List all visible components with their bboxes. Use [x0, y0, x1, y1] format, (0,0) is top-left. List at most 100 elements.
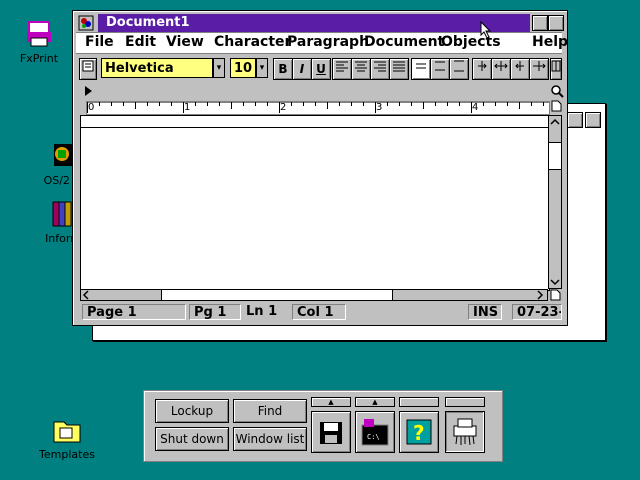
underline-button[interactable]: U [311, 58, 331, 80]
font-size-field[interactable]: 10 [230, 58, 256, 78]
decimal-tab-icon [533, 61, 546, 71]
double-spacing-button[interactable] [449, 58, 469, 80]
svg-text:C:\: C:\ [367, 433, 380, 441]
drawer-button-4[interactable] [445, 397, 485, 407]
window-title: Document1 [106, 15, 190, 30]
mouse-pointer-icon [480, 21, 492, 39]
scroll-right-icon[interactable] [535, 290, 545, 300]
document-editor[interactable] [80, 115, 550, 291]
ruler[interactable]: 0 1 2 3 4 [76, 83, 564, 115]
indent-marker-icon[interactable] [84, 85, 94, 97]
ruler-mark-2: 2 [280, 102, 287, 113]
single-spacing-icon [416, 63, 426, 69]
justify-button[interactable] [389, 58, 409, 80]
document-window[interactable]: Document1 File Edit View Character Parag… [72, 10, 568, 326]
minimize-button[interactable] [567, 112, 583, 128]
help-icon: ? [406, 419, 432, 445]
horizontal-scroll-thumb[interactable] [161, 290, 393, 300]
decimal-tab-button[interactable] [529, 58, 549, 80]
desktop-icon-label: FxPrint [19, 52, 59, 65]
status-page: Page 1 [82, 304, 186, 320]
floppy-disk-icon [320, 422, 342, 444]
lockup-button[interactable]: Lockup [155, 399, 229, 423]
menu-character[interactable]: Character [214, 34, 291, 50]
right-tab-icon [515, 61, 524, 71]
vertical-scrollbar[interactable] [548, 115, 562, 289]
find-button[interactable]: Find [233, 399, 307, 423]
desktop-icon-templates[interactable]: Templates [32, 414, 102, 461]
scroll-down-icon[interactable] [549, 276, 561, 288]
printer-icon [23, 18, 55, 50]
zoom-icon[interactable] [550, 84, 564, 98]
horizontal-scrollbar[interactable] [80, 289, 548, 301]
align-right-icon [374, 61, 386, 72]
align-center-icon [355, 61, 367, 72]
ruler-mark-1: 1 [184, 102, 191, 113]
ruler-scale[interactable]: 0 1 2 3 4 [86, 101, 550, 115]
size-dropdown-button[interactable]: ▾ [256, 58, 268, 78]
svg-text:?: ? [413, 421, 425, 445]
os2-window-button[interactable]: C:\ [355, 411, 395, 453]
drive-a-button[interactable] [311, 411, 351, 453]
one-half-spacing-icon [435, 61, 445, 71]
left-tab-button[interactable] [472, 58, 492, 80]
system-menu-icon[interactable] [78, 15, 94, 31]
menu-help[interactable]: Help [532, 34, 568, 50]
drawer-button-3[interactable] [399, 397, 439, 407]
launchpad: Lockup Find Shut down Window list ▲ ▲ C:… [143, 390, 503, 462]
ruler-mark-0: 0 [88, 102, 95, 113]
menu-edit[interactable]: Edit [125, 34, 156, 50]
status-col: Col 1 [292, 304, 346, 320]
command-prompt-icon: C:\ [361, 419, 389, 446]
menu-paragraph[interactable]: Paragraph [287, 34, 369, 50]
desktop-icon-label: Templates [39, 448, 95, 461]
menu-file[interactable]: File [85, 34, 114, 50]
window-list-button[interactable]: Window list [233, 427, 307, 451]
ruler-mark-4: 4 [472, 102, 479, 113]
shutdown-button[interactable]: Shut down [155, 427, 229, 451]
align-left-icon [336, 61, 348, 72]
italic-button[interactable]: I [292, 58, 312, 80]
table-icon [551, 60, 561, 72]
double-spacing-icon [454, 60, 464, 72]
status-mode: INS [468, 304, 502, 320]
shredder-icon [453, 418, 477, 446]
page-top-border [81, 127, 549, 128]
justify-icon [393, 61, 405, 72]
ruler-mark-3: 3 [376, 102, 383, 113]
page-corner-icon[interactable] [549, 289, 561, 301]
maximize-button[interactable] [548, 15, 564, 31]
style-list-button[interactable] [79, 58, 97, 80]
single-spacing-button[interactable] [411, 58, 431, 80]
page-view-icon[interactable] [550, 100, 562, 112]
scroll-up-icon[interactable] [549, 116, 561, 128]
desktop-icon-fxprint[interactable]: FxPrint [4, 18, 74, 65]
font-name-field[interactable]: Helvetica [101, 58, 213, 78]
status-date: 07-23-: [512, 304, 562, 320]
status-pg: Pg 1 [189, 304, 241, 320]
help-button[interactable]: ? [399, 411, 439, 453]
maximize-button[interactable] [585, 112, 601, 128]
center-tab-button[interactable] [491, 58, 511, 80]
templates-folder-icon [51, 414, 83, 446]
align-left-button[interactable] [332, 58, 352, 80]
table-button[interactable] [550, 58, 562, 80]
scroll-left-icon[interactable] [81, 290, 91, 300]
menu-document[interactable]: Document [364, 34, 444, 50]
status-ln: Ln 1 [246, 304, 278, 319]
left-tab-icon [478, 61, 487, 71]
vertical-scroll-thumb[interactable] [549, 142, 561, 170]
center-tab-icon [494, 61, 508, 71]
align-center-button[interactable] [351, 58, 371, 80]
align-right-button[interactable] [370, 58, 390, 80]
status-bar: Page 1 Pg 1 Ln 1 Col 1 INS 07-23-: [76, 303, 562, 321]
drawer-button-2[interactable]: ▲ [355, 397, 395, 407]
bold-button[interactable]: B [273, 58, 293, 80]
drawer-button-1[interactable]: ▲ [311, 397, 351, 407]
one-half-spacing-button[interactable] [430, 58, 450, 80]
menu-view[interactable]: View [166, 34, 204, 50]
minimize-button[interactable] [532, 15, 548, 31]
right-tab-button[interactable] [510, 58, 530, 80]
font-dropdown-button[interactable]: ▾ [213, 58, 225, 78]
shredder-button[interactable] [445, 411, 485, 453]
